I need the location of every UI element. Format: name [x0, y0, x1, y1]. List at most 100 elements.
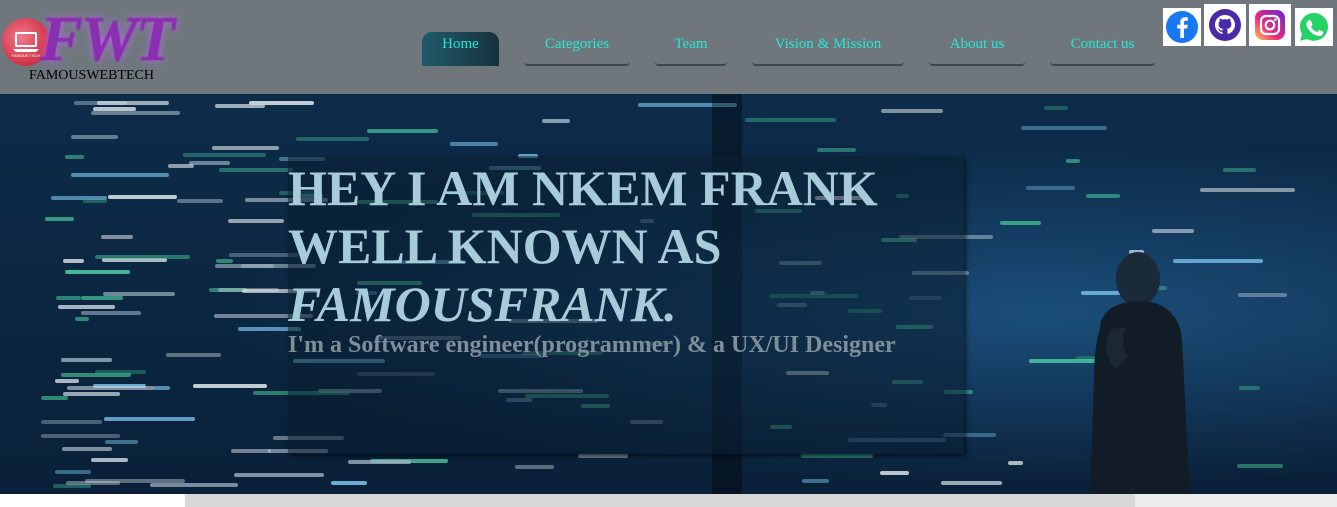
- code-line-decoration: [744, 118, 837, 123]
- code-line-decoration: [1066, 159, 1081, 164]
- github-icon: [1209, 9, 1241, 41]
- code-line-decoration: [40, 434, 121, 439]
- nav-item-vision-mission[interactable]: Vision & Mission: [752, 32, 904, 66]
- code-line-decoration: [1236, 464, 1284, 469]
- nav-item-categories[interactable]: Categories: [524, 32, 630, 66]
- code-line-decoration: [330, 480, 368, 485]
- code-line-decoration: [41, 396, 69, 401]
- code-line-decoration: [84, 478, 185, 483]
- code-line-decoration: [1007, 460, 1023, 465]
- code-line-decoration: [1152, 229, 1195, 234]
- code-line-decoration: [228, 218, 284, 223]
- code-line-decoration: [177, 198, 223, 203]
- code-line-decoration: [153, 385, 171, 390]
- code-line-decoration: [104, 440, 139, 445]
- code-line-decoration: [449, 141, 499, 146]
- nav-item-contact-us[interactable]: Contact us: [1050, 32, 1155, 66]
- code-line-decoration: [234, 472, 324, 477]
- code-line-decoration: [296, 136, 370, 141]
- code-line-decoration: [347, 460, 412, 465]
- code-line-decoration: [90, 111, 180, 116]
- code-line-decoration: [61, 358, 113, 363]
- code-line-decoration: [1044, 105, 1068, 110]
- code-line-decoration: [67, 386, 154, 391]
- code-line-decoration: [80, 311, 142, 316]
- code-line-decoration: [65, 269, 130, 274]
- code-line-decoration: [71, 172, 170, 177]
- whatsapp-link[interactable]: [1295, 8, 1333, 46]
- code-line-decoration: [212, 145, 280, 150]
- code-line-decoration: [542, 119, 570, 124]
- code-line-decoration: [801, 479, 830, 484]
- code-line-decoration: [92, 107, 136, 112]
- code-line-decoration: [577, 454, 629, 459]
- code-line-decoration: [104, 417, 195, 422]
- code-line-decoration: [54, 469, 92, 474]
- code-line-decoration: [215, 104, 265, 109]
- nav-item-home[interactable]: Home: [422, 32, 499, 66]
- code-line-decoration: [108, 195, 177, 200]
- code-line-decoration: [102, 292, 175, 297]
- code-line-decoration: [1239, 385, 1260, 390]
- code-line-decoration: [1223, 167, 1256, 172]
- code-line-decoration: [1238, 292, 1287, 297]
- code-line-decoration: [62, 392, 121, 397]
- code-line-decoration: [218, 287, 280, 292]
- code-line-decoration: [1199, 188, 1296, 193]
- code-line-decoration: [231, 449, 271, 454]
- nav-item-about-us[interactable]: About us: [929, 32, 1025, 66]
- code-line-decoration: [62, 258, 85, 263]
- logo-laptop-icon: FAMOUS TECH: [12, 32, 41, 58]
- code-line-decoration: [94, 255, 190, 260]
- instagram-icon: [1255, 10, 1285, 40]
- code-line-decoration: [41, 419, 102, 424]
- code-line-decoration: [64, 155, 85, 160]
- code-line-decoration: [879, 470, 909, 475]
- code-line-decoration: [1086, 193, 1121, 198]
- brand-name: FAMOUSWEBTECH: [29, 68, 154, 83]
- code-line-decoration: [193, 383, 267, 388]
- facebook-link[interactable]: [1163, 8, 1201, 46]
- code-line-decoration: [216, 258, 233, 263]
- person-silhouette: [1090, 252, 1190, 494]
- logo-letters: FWT: [40, 3, 175, 74]
- content-card-top-edge: [185, 494, 1135, 507]
- code-line-decoration: [101, 234, 134, 239]
- code-line-decoration: [54, 378, 79, 383]
- code-line-decoration: [150, 482, 239, 487]
- brand-logo[interactable]: FAMOUS TECH FWT FAMOUSWEBTECH: [0, 3, 180, 88]
- code-line-decoration: [182, 152, 266, 157]
- code-line-decoration: [880, 109, 943, 114]
- code-line-decoration: [168, 164, 194, 169]
- code-line-decoration: [61, 446, 113, 451]
- code-line-decoration: [81, 296, 123, 301]
- code-line-decoration: [52, 484, 92, 489]
- code-line-decoration: [166, 352, 222, 357]
- hero-headline-line-2: WELL KNOWN AS: [288, 218, 722, 274]
- nav-item-team[interactable]: Team: [655, 32, 727, 66]
- hero-headline-line-1: HEY I AM NKEM FRANK: [288, 160, 878, 216]
- code-line-decoration: [1000, 221, 1041, 226]
- code-line-decoration: [941, 481, 1003, 486]
- code-line-decoration: [367, 128, 439, 133]
- hero-headline-line-3: FAMOUSFRANK.: [288, 276, 677, 332]
- content-card-right-edge: [1135, 494, 1337, 507]
- code-line-decoration: [60, 372, 131, 377]
- code-line-decoration: [82, 199, 107, 204]
- code-line-decoration: [74, 317, 90, 322]
- instagram-link[interactable]: [1249, 4, 1291, 46]
- code-line-decoration: [817, 147, 856, 152]
- code-line-decoration: [97, 101, 170, 106]
- code-line-decoration: [515, 465, 555, 470]
- hero-banner: HEY I AM NKEM FRANK WELL KNOWN AS FAMOUS…: [0, 94, 1337, 494]
- github-link[interactable]: [1204, 4, 1246, 46]
- svg-text:FAMOUS TECH: FAMOUS TECH: [12, 53, 41, 58]
- top-navigation-bar: FAMOUS TECH FWT FAMOUSWEBTECH Home Categ…: [0, 0, 1337, 94]
- hero-subline: I'm a Software engineer(programmer) & a …: [288, 332, 896, 358]
- code-line-decoration: [44, 217, 74, 222]
- code-line-decoration: [188, 161, 230, 166]
- code-line-decoration: [1020, 126, 1108, 131]
- code-line-decoration: [801, 453, 874, 458]
- code-line-decoration: [55, 296, 82, 301]
- code-line-decoration: [1026, 185, 1075, 190]
